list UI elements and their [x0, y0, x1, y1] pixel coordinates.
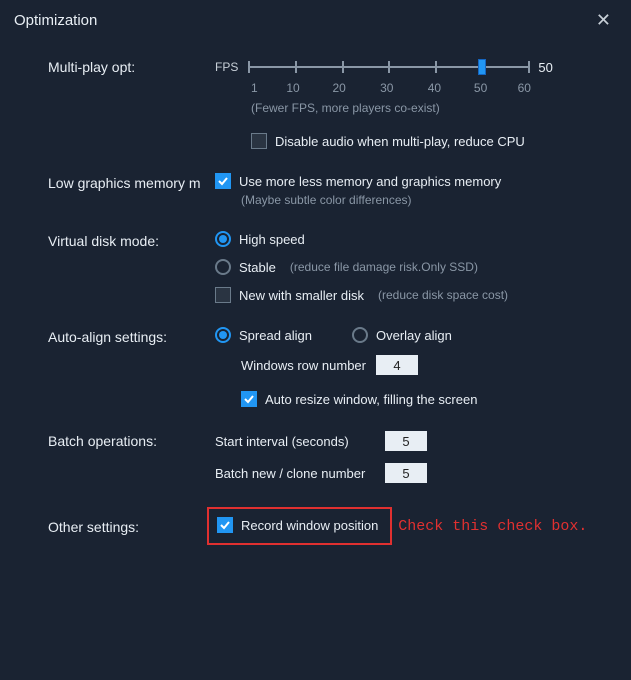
disable-audio-checkbox[interactable] [251, 133, 267, 149]
tick-label: 1 [251, 81, 271, 95]
auto-align-label: Auto-align settings: [0, 327, 215, 345]
annotation-highlight-box: Record window position [207, 507, 392, 545]
spread-align-label: Spread align [239, 328, 312, 343]
fps-value: 50 [538, 60, 552, 75]
record-window-position-checkbox[interactable] [217, 517, 233, 533]
start-interval-label: Start interval (seconds) [215, 434, 375, 449]
disable-audio-label: Disable audio when multi-play, reduce CP… [275, 134, 525, 149]
slider-thumb[interactable] [478, 59, 486, 75]
tick-label: 10 [271, 81, 316, 95]
high-speed-radio[interactable] [215, 231, 231, 247]
stable-radio[interactable] [215, 259, 231, 275]
use-less-memory-hint: (Maybe subtle color differences) [241, 193, 611, 207]
fps-slider[interactable] [248, 57, 528, 77]
close-icon[interactable]: ✕ [590, 8, 617, 33]
tick-label: 40 [411, 81, 459, 95]
new-smaller-disk-hint: (reduce disk space cost) [378, 288, 508, 302]
use-less-memory-label: Use more less memory and graphics memory [239, 174, 501, 189]
start-interval-input[interactable] [385, 431, 427, 451]
multi-play-label: Multi-play opt: [0, 57, 215, 75]
row-number-label: Windows row number [241, 358, 366, 373]
high-speed-label: High speed [239, 232, 305, 247]
fps-hint: (Fewer FPS, more players co-exist) [251, 101, 611, 115]
auto-resize-checkbox[interactable] [241, 391, 257, 407]
use-less-memory-checkbox[interactable] [215, 173, 231, 189]
spread-align-radio[interactable] [215, 327, 231, 343]
stable-hint: (reduce file damage risk.Only SSD) [290, 260, 478, 274]
tick-label: 30 [363, 81, 411, 95]
new-smaller-disk-checkbox[interactable] [215, 287, 231, 303]
other-settings-label: Other settings: [0, 517, 215, 535]
tick-label: 20 [315, 81, 363, 95]
annotation-text: Check this check box. [398, 518, 587, 535]
tick-label: 60 [503, 81, 531, 95]
tick-label: 50 [458, 81, 503, 95]
low-graphics-label: Low graphics memory m [0, 173, 215, 191]
fps-label: FPS [215, 60, 238, 74]
virtual-disk-label: Virtual disk mode: [0, 231, 215, 249]
new-smaller-disk-label: New with smaller disk [239, 288, 364, 303]
stable-label: Stable [239, 260, 276, 275]
row-number-input[interactable] [376, 355, 418, 375]
clone-number-input[interactable] [385, 463, 427, 483]
overlay-align-radio[interactable] [352, 327, 368, 343]
record-window-position-label: Record window position [241, 518, 378, 533]
clone-number-label: Batch new / clone number [215, 466, 375, 481]
auto-resize-label: Auto resize window, filling the screen [265, 392, 477, 407]
dialog-title: Optimization [14, 12, 97, 29]
batch-label: Batch operations: [0, 431, 215, 449]
overlay-align-label: Overlay align [376, 328, 452, 343]
